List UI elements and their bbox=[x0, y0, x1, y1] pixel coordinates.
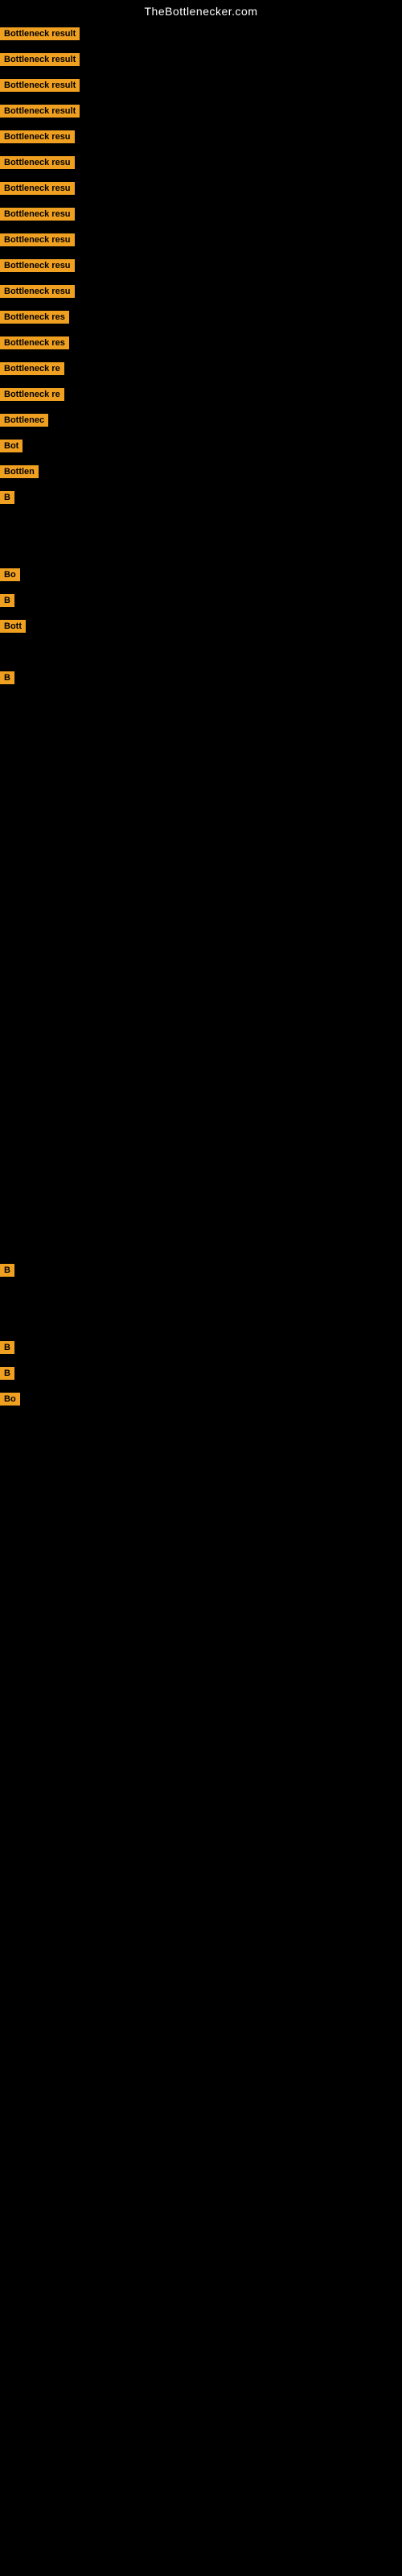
bottleneck-badge: Bott bbox=[0, 620, 26, 633]
site-title: TheBottlenecker.com bbox=[0, 0, 402, 21]
result-row: B bbox=[0, 1335, 402, 1360]
bottleneck-badge: B bbox=[0, 1341, 14, 1354]
result-row: Bottleneck resu bbox=[0, 228, 402, 252]
result-row: Bottleneck result bbox=[0, 99, 402, 123]
empty-row bbox=[0, 923, 402, 947]
result-row: Bottleneck result bbox=[0, 47, 402, 72]
bottleneck-badge: Bottleneck resu bbox=[0, 182, 75, 195]
bottleneck-badge: Bottleneck re bbox=[0, 362, 64, 375]
empty-row bbox=[0, 537, 402, 561]
empty-row bbox=[0, 691, 402, 716]
empty-row bbox=[0, 872, 402, 896]
result-row: Bottleneck resu bbox=[0, 176, 402, 200]
bottleneck-badge: Bottleneck resu bbox=[0, 259, 75, 272]
result-row: B bbox=[0, 666, 402, 690]
result-row: Bottlenec bbox=[0, 408, 402, 432]
result-row: Bottleneck result bbox=[0, 22, 402, 46]
bottleneck-badge: Bottleneck resu bbox=[0, 156, 75, 169]
empty-row bbox=[0, 1052, 402, 1076]
bottleneck-badge: B bbox=[0, 1367, 14, 1380]
empty-row bbox=[0, 1129, 402, 1154]
bottleneck-badge: B bbox=[0, 594, 14, 607]
empty-row bbox=[0, 898, 402, 922]
bottleneck-badge: Bottleneck resu bbox=[0, 208, 75, 221]
bottleneck-badge: Bo bbox=[0, 1393, 20, 1406]
result-row: Bottleneck re bbox=[0, 382, 402, 407]
result-row: Bottleneck re bbox=[0, 357, 402, 381]
bottleneck-badge: Bo bbox=[0, 568, 20, 581]
bottleneck-badge: Bottlen bbox=[0, 465, 39, 478]
result-row: Bot bbox=[0, 434, 402, 458]
bottleneck-badge: Bottleneck resu bbox=[0, 285, 75, 298]
result-row: Bottleneck result bbox=[0, 73, 402, 97]
bottleneck-badge: B bbox=[0, 671, 14, 684]
result-row: Bottleneck resu bbox=[0, 279, 402, 303]
result-row: Bott bbox=[0, 614, 402, 638]
empty-row bbox=[0, 975, 402, 999]
empty-row bbox=[0, 717, 402, 741]
result-row: Bottleneck resu bbox=[0, 125, 402, 149]
empty-row bbox=[0, 1207, 402, 1231]
result-row: Bottlen bbox=[0, 460, 402, 484]
empty-row bbox=[0, 949, 402, 973]
bottleneck-badge: Bottlenec bbox=[0, 414, 48, 427]
empty-row bbox=[0, 743, 402, 767]
empty-row bbox=[0, 846, 402, 870]
empty-row bbox=[0, 1181, 402, 1205]
bottleneck-badge: Bottleneck resu bbox=[0, 233, 75, 246]
empty-row bbox=[0, 795, 402, 819]
result-row: B bbox=[0, 485, 402, 510]
bottleneck-badge: B bbox=[0, 1264, 14, 1277]
result-row: Bottleneck resu bbox=[0, 202, 402, 226]
result-row: Bo bbox=[0, 1387, 402, 1411]
empty-row bbox=[0, 1232, 402, 1257]
result-row: Bo bbox=[0, 563, 402, 587]
empty-row bbox=[0, 1026, 402, 1051]
result-row: Bottleneck res bbox=[0, 305, 402, 329]
empty-row bbox=[0, 1284, 402, 1308]
result-row: B bbox=[0, 588, 402, 613]
empty-row bbox=[0, 1155, 402, 1179]
empty-row bbox=[0, 1078, 402, 1102]
empty-row bbox=[0, 640, 402, 664]
bottleneck-badge: Bottleneck resu bbox=[0, 130, 75, 143]
bottleneck-badge: Bottleneck res bbox=[0, 336, 69, 349]
bottleneck-badge: Bottleneck result bbox=[0, 27, 80, 40]
bottleneck-badge: Bottleneck result bbox=[0, 79, 80, 92]
result-row: B bbox=[0, 1258, 402, 1282]
empty-row bbox=[0, 769, 402, 793]
result-row: Bottleneck res bbox=[0, 331, 402, 355]
bottleneck-badge: Bottleneck re bbox=[0, 388, 64, 401]
empty-row bbox=[0, 1104, 402, 1128]
bottleneck-badge: Bottleneck res bbox=[0, 311, 69, 324]
bottleneck-badge: Bot bbox=[0, 440, 23, 452]
result-row: B bbox=[0, 1361, 402, 1385]
result-row: Bottleneck resu bbox=[0, 151, 402, 175]
empty-row bbox=[0, 1310, 402, 1334]
empty-row bbox=[0, 511, 402, 535]
bottleneck-badge: B bbox=[0, 491, 14, 504]
empty-row bbox=[0, 820, 402, 844]
empty-row bbox=[0, 1001, 402, 1025]
bottleneck-badge: Bottleneck result bbox=[0, 53, 80, 66]
result-row: Bottleneck resu bbox=[0, 254, 402, 278]
bottleneck-badge: Bottleneck result bbox=[0, 105, 80, 118]
